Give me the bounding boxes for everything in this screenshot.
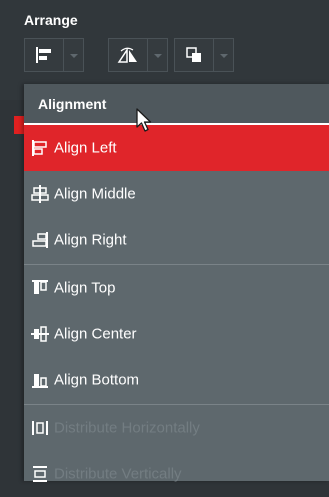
mouse-cursor-icon (136, 108, 152, 132)
menu-item-label: Align Left (54, 139, 117, 157)
menu-item-label: Distribute Horizontally (54, 419, 200, 437)
menu-item-align-bottom[interactable]: Align Bottom (24, 357, 329, 403)
alignment-dropdown-menu: Alignment Align Left Align Middle Align … (24, 84, 329, 483)
order-dropdown-button[interactable] (174, 38, 214, 72)
menu-item-align-left[interactable]: Align Left (24, 125, 329, 171)
order-dropdown-arrow[interactable] (214, 38, 234, 72)
align-left-icon (36, 47, 51, 63)
flip-dropdown-arrow[interactable] (148, 38, 168, 72)
flip-dropdown-button[interactable] (108, 38, 148, 72)
menu-item-label: Distribute Vertically (54, 465, 182, 483)
menu-item-label: Align Center (54, 325, 137, 343)
arrange-order-icon (186, 47, 201, 62)
align-left-icon (32, 140, 47, 156)
menu-item-align-right[interactable]: Align Right (24, 217, 329, 263)
underlying-selection-edge (14, 116, 24, 134)
distribute-vertically-icon (33, 466, 47, 482)
align-dropdown-arrow[interactable] (64, 38, 84, 72)
menu-item-label: Align Right (54, 231, 127, 249)
menu-header-label: Alignment (38, 96, 107, 112)
align-right-icon (32, 232, 48, 248)
menu-item-align-top[interactable]: Align Top (24, 265, 329, 311)
menu-item-align-center[interactable]: Align Center (24, 311, 329, 357)
menu-item-distribute-horizontally: Distribute Horizontally (24, 405, 329, 451)
menu-item-label: Align Bottom (54, 371, 140, 389)
menu-item-label: Align Middle (54, 185, 136, 203)
align-center-icon (31, 326, 49, 342)
panel-title: Arrange (24, 12, 78, 28)
menu-item-align-middle[interactable]: Align Middle (24, 171, 329, 217)
align-top-icon (32, 280, 48, 294)
distribute-horizontally-icon (32, 421, 48, 435)
align-bottom-icon (32, 374, 48, 388)
menu-section-header: Alignment (24, 84, 329, 124)
menu-item-distribute-vertically: Distribute Vertically (24, 451, 329, 497)
align-middle-icon (31, 185, 49, 203)
menu-item-label: Align Top (54, 279, 116, 297)
flip-icon (117, 47, 137, 63)
align-dropdown-button[interactable] (24, 38, 64, 72)
